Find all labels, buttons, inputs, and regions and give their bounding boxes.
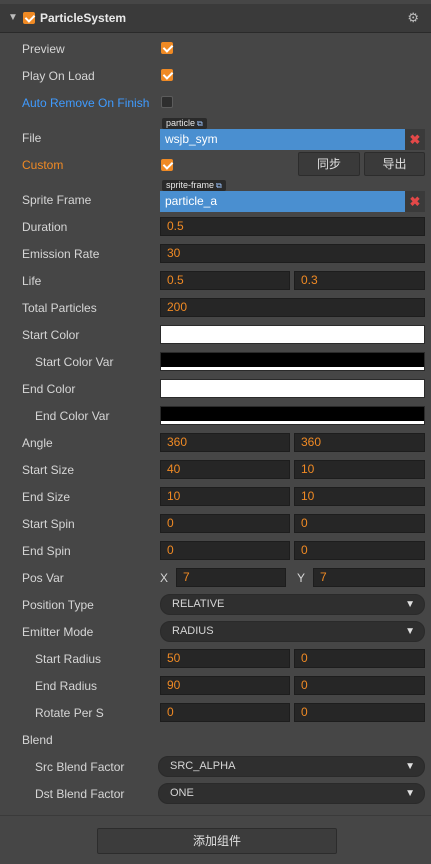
external-link-icon[interactable]: ⧉ xyxy=(197,119,203,128)
alpha-bar xyxy=(161,340,424,343)
auto-remove-label: Auto Remove On Finish xyxy=(22,96,150,110)
start-spin-label: Start Spin xyxy=(22,517,75,531)
life-label: Life xyxy=(22,274,42,288)
emitter-mode-value: RADIUS xyxy=(172,625,214,637)
dropdown-caret-icon: ▼ xyxy=(405,599,415,610)
end-spin-label: End Spin xyxy=(22,544,71,558)
life-var-input[interactable]: 0.3 xyxy=(294,271,425,290)
component-title: ParticleSystem xyxy=(40,11,127,25)
gear-icon[interactable]: ⚙ xyxy=(407,10,419,26)
external-link-icon[interactable]: ⧉ xyxy=(216,181,222,190)
emission-rate-input[interactable]: 30 xyxy=(160,244,425,263)
pos-var-y-input[interactable]: 7 xyxy=(313,568,425,587)
start-size-var-input[interactable]: 10 xyxy=(294,460,425,479)
total-particles-input[interactable]: 200 xyxy=(160,298,425,317)
start-radius-label: Start Radius xyxy=(35,652,102,666)
end-size-label: End Size xyxy=(22,490,71,504)
src-blend-factor-label: Src Blend Factor xyxy=(35,760,125,774)
file-asset-tag[interactable]: particle ⧉ xyxy=(162,118,207,129)
emitter-mode-label: Emitter Mode xyxy=(22,625,94,639)
position-type-select[interactable]: RELATIVE ▼ xyxy=(160,594,425,615)
custom-label: Custom xyxy=(22,158,64,172)
angle-var-input[interactable]: 360 xyxy=(294,433,425,452)
sprite-frame-asset-value: particle_a xyxy=(165,194,218,208)
export-button[interactable]: 导出 xyxy=(364,152,425,176)
component-enabled-checkbox[interactable] xyxy=(23,12,35,24)
pos-var-y-label: Y xyxy=(297,571,306,585)
section-divider xyxy=(0,815,431,816)
start-color-var-swatch[interactable] xyxy=(160,352,425,371)
pos-var-x-label: X xyxy=(160,571,169,585)
dropdown-caret-icon: ▼ xyxy=(405,761,415,772)
play-on-load-checkbox[interactable] xyxy=(161,69,173,81)
start-radius-input[interactable]: 50 xyxy=(160,649,290,668)
rotate-per-s-label: Rotate Per S xyxy=(35,706,104,720)
clear-file-icon[interactable]: ✖ xyxy=(405,129,425,150)
end-size-var-input[interactable]: 10 xyxy=(294,487,425,506)
angle-label: Angle xyxy=(22,436,53,450)
start-size-input[interactable]: 40 xyxy=(160,460,290,479)
end-color-label: End Color xyxy=(22,382,76,396)
sprite-frame-asset-field[interactable]: particle_a ✖ xyxy=(160,191,425,212)
start-size-label: Start Size xyxy=(22,463,75,477)
start-color-label: Start Color xyxy=(22,328,80,342)
start-spin-input[interactable]: 0 xyxy=(160,514,290,533)
start-radius-var-input[interactable]: 0 xyxy=(294,649,425,668)
sprite-frame-asset-tag[interactable]: sprite-frame ⧉ xyxy=(162,180,226,191)
end-color-swatch[interactable] xyxy=(160,379,425,398)
dropdown-caret-icon: ▼ xyxy=(405,626,415,637)
file-tag-text: particle xyxy=(166,118,196,128)
end-spin-input[interactable]: 0 xyxy=(160,541,290,560)
position-type-label: Position Type xyxy=(22,598,94,612)
start-color-var-label: Start Color Var xyxy=(35,355,114,369)
component-header[interactable]: ▼ ParticleSystem ⚙ xyxy=(0,4,431,33)
start-spin-var-input[interactable]: 0 xyxy=(294,514,425,533)
end-radius-var-input[interactable]: 0 xyxy=(294,676,425,695)
sprite-frame-label: Sprite Frame xyxy=(22,193,92,207)
inspector-panel: ▼ ParticleSystem ⚙ Preview Play On Load … xyxy=(0,0,431,864)
auto-remove-checkbox[interactable] xyxy=(161,96,173,108)
end-radius-label: End Radius xyxy=(35,679,98,693)
pos-var-x-input[interactable]: 7 xyxy=(176,568,286,587)
rotate-per-s-var-input[interactable]: 0 xyxy=(294,703,425,722)
emitter-mode-select[interactable]: RADIUS ▼ xyxy=(160,621,425,642)
clear-sprite-frame-icon[interactable]: ✖ xyxy=(405,191,425,212)
play-on-load-label: Play On Load xyxy=(22,69,95,83)
dst-blend-factor-label: Dst Blend Factor xyxy=(35,787,125,801)
file-asset-field[interactable]: wsjb_sym ✖ xyxy=(160,129,425,150)
blend-label: Blend xyxy=(22,733,53,747)
end-radius-input[interactable]: 90 xyxy=(160,676,290,695)
preview-label: Preview xyxy=(22,42,65,56)
alpha-bar xyxy=(161,367,424,370)
rotate-per-s-input[interactable]: 0 xyxy=(160,703,290,722)
pos-var-label: Pos Var xyxy=(22,571,64,585)
position-type-value: RELATIVE xyxy=(172,598,225,610)
sprite-frame-tag-text: sprite-frame xyxy=(166,180,215,190)
src-blend-factor-value: SRC_ALPHA xyxy=(170,760,236,772)
custom-checkbox[interactable] xyxy=(161,159,173,171)
dst-blend-factor-value: ONE xyxy=(170,787,194,799)
dropdown-caret-icon: ▼ xyxy=(405,788,415,799)
file-asset-value: wsjb_sym xyxy=(165,132,218,146)
start-color-swatch[interactable] xyxy=(160,325,425,344)
duration-input[interactable]: 0.5 xyxy=(160,217,425,236)
end-spin-var-input[interactable]: 0 xyxy=(294,541,425,560)
dst-blend-factor-select[interactable]: ONE ▼ xyxy=(158,783,425,804)
collapse-arrow-icon[interactable]: ▼ xyxy=(8,12,18,23)
angle-input[interactable]: 360 xyxy=(160,433,290,452)
life-input[interactable]: 0.5 xyxy=(160,271,290,290)
src-blend-factor-select[interactable]: SRC_ALPHA ▼ xyxy=(158,756,425,777)
add-component-button[interactable]: 添加组件 xyxy=(97,828,337,854)
file-label: File xyxy=(22,131,42,145)
emission-rate-label: Emission Rate xyxy=(22,247,100,261)
end-color-var-label: End Color Var xyxy=(35,409,110,423)
alpha-bar xyxy=(161,421,424,424)
total-particles-label: Total Particles xyxy=(22,301,97,315)
sync-button[interactable]: 同步 xyxy=(298,152,360,176)
end-size-input[interactable]: 10 xyxy=(160,487,290,506)
duration-label: Duration xyxy=(22,220,68,234)
end-color-var-swatch[interactable] xyxy=(160,406,425,425)
alpha-bar xyxy=(161,394,424,397)
preview-checkbox[interactable] xyxy=(161,42,173,54)
